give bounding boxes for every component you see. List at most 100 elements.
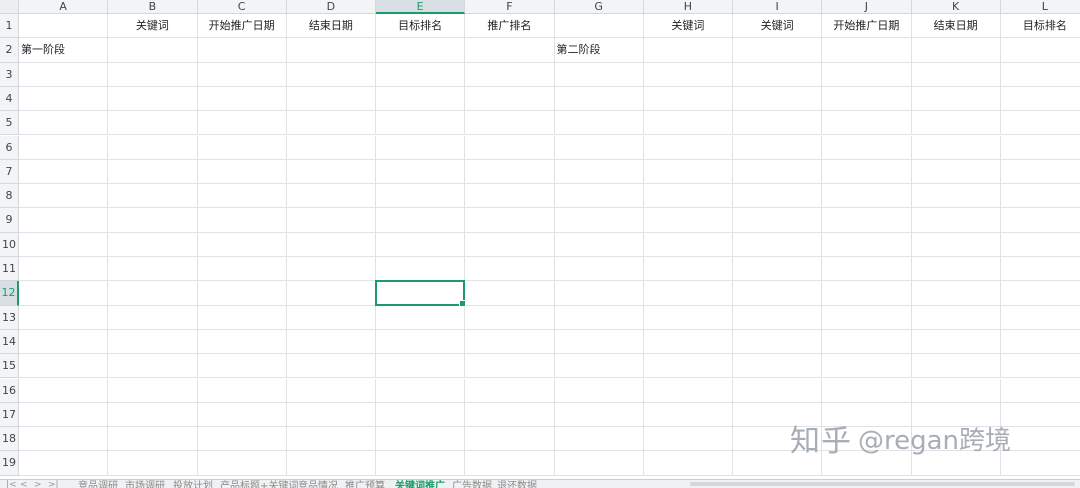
cell-k16[interactable] [911, 378, 1001, 403]
cell-l11[interactable] [1000, 257, 1080, 282]
cell-k9[interactable] [911, 208, 1001, 233]
cell-j14[interactable] [822, 329, 912, 355]
cell-b8[interactable] [108, 184, 198, 209]
cell-i17[interactable] [733, 402, 823, 428]
row-header-12[interactable]: 12 [0, 281, 19, 306]
cell-h8[interactable] [643, 184, 733, 209]
cell-g19[interactable] [554, 451, 644, 476]
cell-f18[interactable] [465, 427, 555, 452]
cell-e15[interactable] [376, 354, 466, 379]
cell-c10[interactable] [197, 232, 287, 257]
cell-i15[interactable] [733, 354, 823, 379]
cell-b9[interactable] [108, 208, 198, 233]
cell-d19[interactable] [286, 451, 376, 476]
cell-e14[interactable] [376, 329, 466, 355]
cell-j6[interactable] [822, 135, 912, 160]
cell-k12[interactable] [911, 281, 1001, 306]
cell-h19[interactable] [643, 451, 733, 476]
cell-f6[interactable] [465, 135, 555, 160]
cell-c7[interactable] [197, 159, 287, 185]
cell-c1[interactable]: 开始推广日期 [197, 14, 287, 39]
cell-i3[interactable] [733, 62, 823, 87]
cell-j10[interactable] [822, 232, 912, 257]
cell-e10[interactable] [376, 232, 466, 257]
row-header-1[interactable]: 1 [0, 14, 19, 39]
cell-k14[interactable] [911, 329, 1001, 355]
cell-a6[interactable] [19, 135, 109, 160]
cell-f15[interactable] [465, 354, 555, 379]
cell-g2[interactable]: 第二阶段 [554, 38, 644, 63]
column-header-e[interactable]: E [376, 0, 466, 14]
cell-b2[interactable] [108, 38, 198, 63]
cell-f14[interactable] [465, 329, 555, 355]
cell-b10[interactable] [108, 232, 198, 257]
cell-g7[interactable] [554, 159, 644, 185]
cell-f16[interactable] [465, 378, 555, 403]
cell-a11[interactable] [19, 257, 109, 282]
cell-c2[interactable] [197, 38, 287, 63]
cell-e2[interactable] [376, 38, 466, 63]
cell-g16[interactable] [554, 378, 644, 403]
cell-f5[interactable] [465, 111, 555, 136]
cell-d3[interactable] [286, 62, 376, 87]
cell-j1[interactable]: 开始推广日期 [822, 14, 912, 39]
cell-l15[interactable] [1000, 354, 1080, 379]
cell-a16[interactable] [19, 378, 109, 403]
row-header-15[interactable]: 15 [0, 354, 19, 379]
cell-l6[interactable] [1000, 135, 1080, 160]
cell-b7[interactable] [108, 159, 198, 185]
cell-g12[interactable] [554, 281, 644, 306]
cell-l7[interactable] [1000, 159, 1080, 185]
cell-b19[interactable] [108, 451, 198, 476]
cell-a4[interactable] [19, 86, 109, 112]
row-header-11[interactable]: 11 [0, 257, 19, 282]
cell-g4[interactable] [554, 86, 644, 112]
cell-d15[interactable] [286, 354, 376, 379]
cell-e6[interactable] [376, 135, 466, 160]
cell-j19[interactable] [822, 451, 912, 476]
cell-k15[interactable] [911, 354, 1001, 379]
cell-l10[interactable] [1000, 232, 1080, 257]
cell-i7[interactable] [733, 159, 823, 185]
cell-i14[interactable] [733, 329, 823, 355]
cell-d7[interactable] [286, 159, 376, 185]
cell-b6[interactable] [108, 135, 198, 160]
cell-l19[interactable] [1000, 451, 1080, 476]
cell-g14[interactable] [554, 329, 644, 355]
cell-f19[interactable] [465, 451, 555, 476]
cell-a17[interactable] [19, 402, 109, 428]
cell-g1[interactable] [554, 14, 644, 39]
cell-c16[interactable] [197, 378, 287, 403]
cell-c8[interactable] [197, 184, 287, 209]
column-header-c[interactable]: C [197, 0, 287, 14]
cell-l13[interactable] [1000, 305, 1080, 330]
row-header-10[interactable]: 10 [0, 232, 19, 257]
cell-h12[interactable] [643, 281, 733, 306]
cell-g13[interactable] [554, 305, 644, 330]
cell-b3[interactable] [108, 62, 198, 87]
cell-e11[interactable] [376, 257, 466, 282]
cell-d8[interactable] [286, 184, 376, 209]
cell-d12[interactable] [286, 281, 376, 306]
cell-a19[interactable] [19, 451, 109, 476]
cell-d2[interactable] [286, 38, 376, 63]
cell-i2[interactable] [733, 38, 823, 63]
cell-k11[interactable] [911, 257, 1001, 282]
cell-i10[interactable] [733, 232, 823, 257]
column-header-l[interactable]: L [1000, 0, 1080, 14]
cell-c5[interactable] [197, 111, 287, 136]
cell-a7[interactable] [19, 159, 109, 185]
cell-a3[interactable] [19, 62, 109, 87]
row-header-19[interactable]: 19 [0, 451, 19, 476]
cell-g6[interactable] [554, 135, 644, 160]
cell-h5[interactable] [643, 111, 733, 136]
cell-c14[interactable] [197, 329, 287, 355]
cell-f3[interactable] [465, 62, 555, 87]
cell-d9[interactable] [286, 208, 376, 233]
cell-l5[interactable] [1000, 111, 1080, 136]
spreadsheet-grid[interactable]: A B C D E F G H I J K L 1 关键词 开始推广日期 结束日期 目标排名 推广排名 关键词 关键词… [0, 0, 1080, 479]
cell-h15[interactable] [643, 354, 733, 379]
cell-i6[interactable] [733, 135, 823, 160]
cell-g15[interactable] [554, 354, 644, 379]
cell-f8[interactable] [465, 184, 555, 209]
